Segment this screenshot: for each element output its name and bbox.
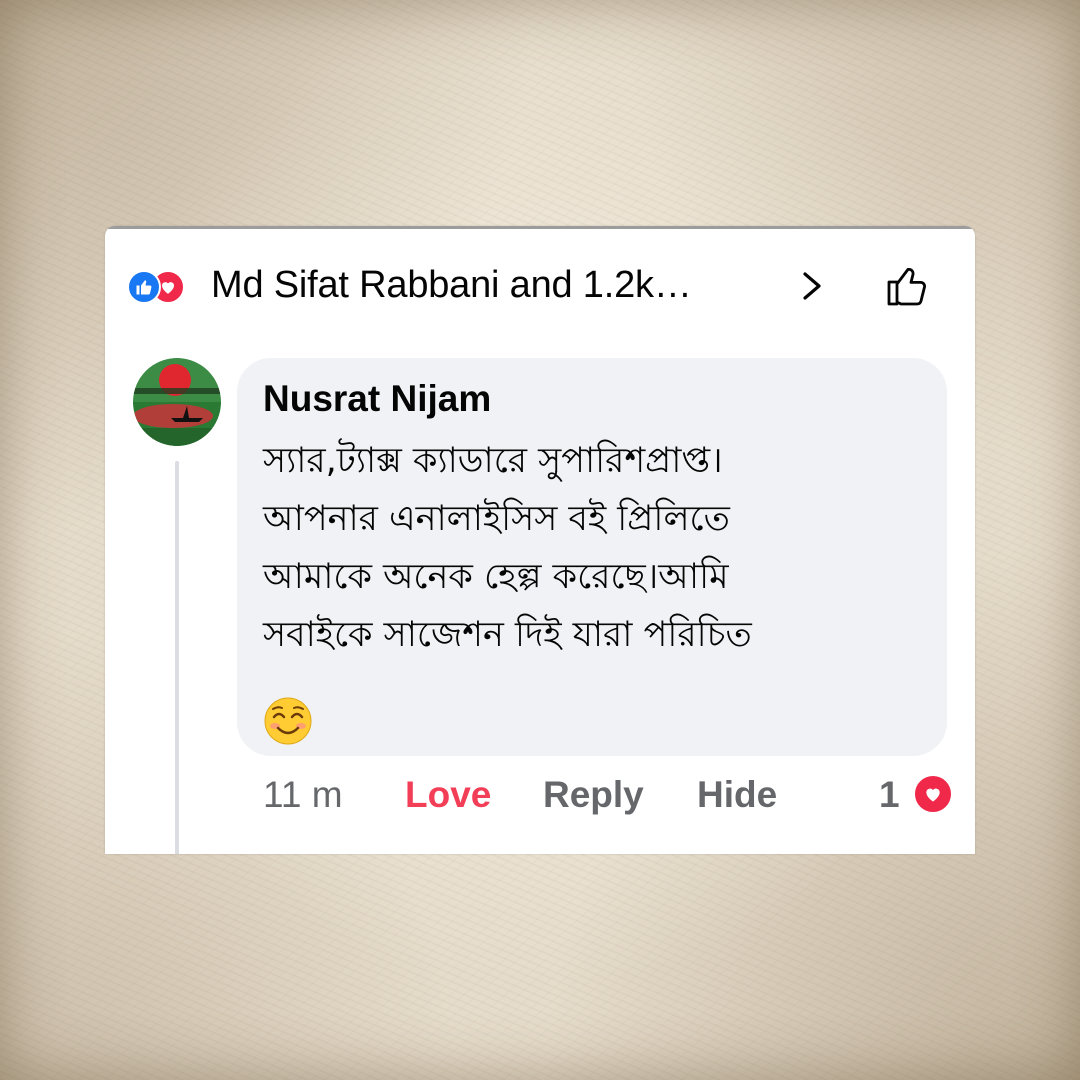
comment-timestamp[interactable]: 11 m [263, 774, 343, 816]
reaction-count: 1 [879, 774, 900, 815]
thumbs-up-outline-icon[interactable] [883, 262, 931, 315]
comment-reactions[interactable]: 1 [879, 774, 959, 824]
comment-actions: 11 m Love Reply Hide 1 [263, 774, 953, 824]
love-icon [913, 774, 953, 814]
comment-bubble[interactable]: Nusrat Nijam স্যার,ট্যাক্স ক্যাডারে সুপা… [237, 358, 947, 756]
reactors-text[interactable]: Md Sifat Rabbani and 1.2k… [211, 264, 692, 307]
like-icon [127, 270, 161, 304]
comment-line: সবাইকে সাজেশন দিই যারা পরিচিত [263, 615, 752, 655]
reactions-summary[interactable]: Md Sifat Rabbani and 1.2k… [127, 262, 957, 310]
love-button[interactable]: Love [405, 774, 491, 816]
reaction-icons [127, 270, 205, 304]
reply-button[interactable]: Reply [543, 774, 644, 816]
avatar[interactable] [133, 358, 221, 446]
smiling-face-icon [263, 696, 313, 746]
comment-card: Md Sifat Rabbani and 1.2k… Nusrat Nijam … [105, 226, 975, 854]
thread-line [175, 461, 179, 854]
comment-line: আপনার এনালাইসিস বই প্রিলিতে [263, 499, 730, 539]
comment-text: স্যার,ট্যাক্স ক্যাডারে সুপারিশপ্রাপ্ত। আ… [263, 432, 923, 664]
chevron-right-icon[interactable] [799, 270, 825, 307]
hide-button[interactable]: Hide [697, 774, 777, 816]
comment-line: স্যার,ট্যাক্স ক্যাডারে সুপারিশপ্রাপ্ত। [263, 441, 723, 481]
card-top-border [105, 226, 975, 229]
comment-line: আমাকে অনেক হেল্প করেছে।আমি [263, 557, 729, 597]
comment-author[interactable]: Nusrat Nijam [263, 378, 491, 420]
